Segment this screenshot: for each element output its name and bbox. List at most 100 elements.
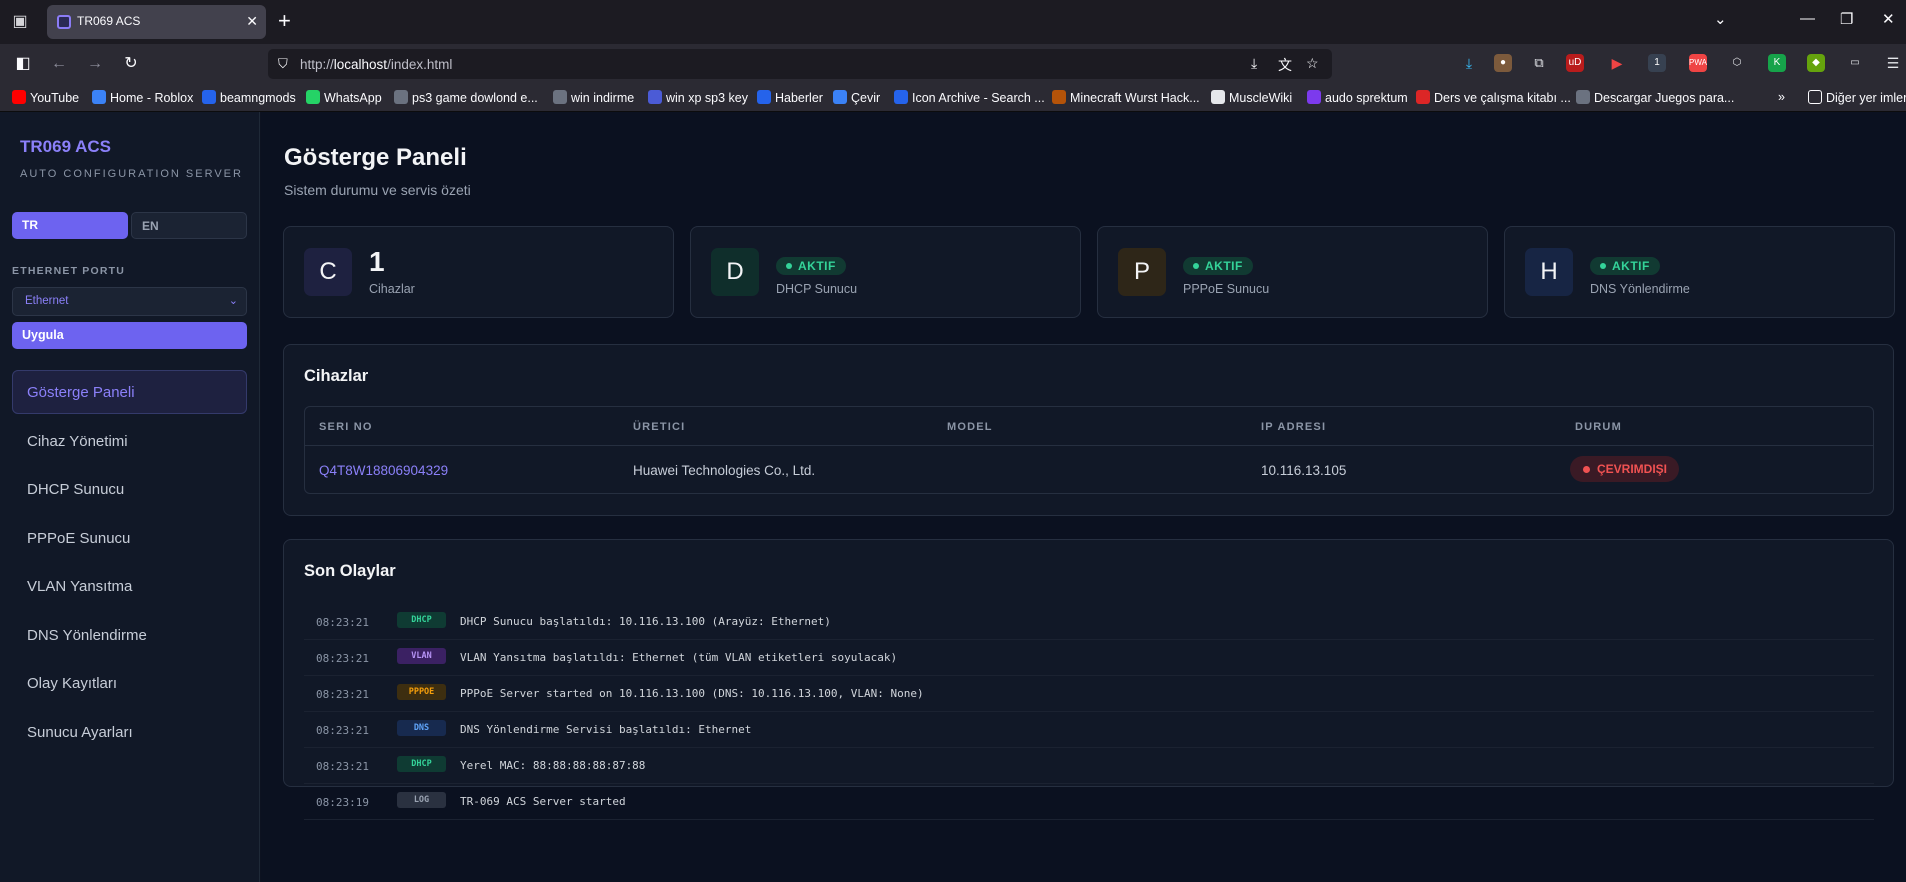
new-tab-icon[interactable]: + — [278, 9, 291, 33]
lang-en-button[interactable]: EN — [131, 212, 247, 239]
event-time: 08:23:21 — [316, 724, 369, 737]
back-icon[interactable]: ← — [48, 53, 70, 75]
bookmarks-overflow-icon[interactable]: » — [1778, 90, 1785, 104]
sidebar-item-3[interactable]: DHCP Sunucu — [12, 467, 247, 511]
bookmark-item[interactable]: beamngmods — [202, 90, 296, 105]
bookmark-item[interactable]: win xp sp3 key — [648, 90, 748, 105]
bookmark-item[interactable]: YouTube — [12, 90, 79, 105]
bookmark-item[interactable]: win indirme — [553, 90, 634, 105]
bookmark-item[interactable]: MuscleWiki — [1211, 90, 1292, 105]
bookmark-item[interactable]: Ders ve çalışma kitabı ... — [1416, 90, 1571, 105]
sidebar-item-5[interactable]: VLAN Yansıtma — [12, 564, 247, 608]
bookmark-label: WhatsApp — [324, 91, 382, 105]
window-ext-icon[interactable]: ▭ — [1846, 54, 1864, 72]
bookmark-item[interactable]: Descargar Juegos para... — [1576, 90, 1734, 105]
stat-icon: P — [1118, 248, 1166, 296]
sidebar-item-1[interactable]: Gösterge Paneli — [12, 370, 247, 414]
bookmark-item[interactable]: Home - Roblox — [92, 90, 193, 105]
reload-icon[interactable]: ↻ — [120, 53, 142, 75]
window-close-icon[interactable]: ✕ — [1882, 10, 1895, 28]
wurst-icon — [1052, 90, 1066, 104]
downloads-icon[interactable]: ⤓ — [1460, 54, 1478, 72]
bookmark-label: Çevir — [851, 91, 881, 105]
bookmark-label: Home - Roblox — [110, 91, 194, 105]
audio-icon — [1307, 90, 1321, 104]
bookmark-label: Ders ve çalışma kitabı ... — [1434, 91, 1571, 105]
event-tag-badge: DHCP — [397, 612, 446, 628]
sidebar-item-6[interactable]: DNS Yönlendirme — [12, 613, 247, 657]
bookmark-item[interactable]: Haberler — [757, 90, 823, 105]
close-tab-icon[interactable]: ✕ — [246, 13, 258, 30]
globe-icon — [1576, 90, 1590, 104]
shield-icon[interactable]: ⛉ — [278, 56, 288, 72]
event-message: DNS Yönlendirme Servisi başlatıldı: Ethe… — [460, 723, 752, 736]
sidebar-toggle-icon[interactable]: ◧ — [12, 53, 34, 75]
beamng-icon — [202, 90, 216, 104]
status-badge: ÇEVRIMDIŞI — [1570, 456, 1680, 482]
url-text[interactable]: http://localhost/index.html — [300, 57, 452, 72]
tab-list-icon[interactable]: ▣ — [8, 10, 32, 34]
page-title: Gösterge Paneli — [284, 144, 467, 171]
event-tag-badge: DHCP — [397, 756, 446, 772]
column-header-ip: IP ADRESI — [1261, 421, 1327, 433]
bookmark-item[interactable]: Minecraft Wurst Hack... — [1052, 90, 1200, 105]
menu-hamburger-icon[interactable]: ☰ — [1884, 54, 1902, 72]
url-bar[interactable]: ⛉ http://localhost/index.html ⤓ 文 ☆ — [268, 49, 1332, 79]
event-time: 08:23:19 — [316, 796, 369, 809]
browser-tab[interactable]: TR069 ACS ✕ — [47, 5, 266, 39]
stat-icon: D — [711, 248, 759, 296]
minimize-icon[interactable]: — — [1800, 10, 1815, 27]
sidebar-item-7[interactable]: Olay Kayıtları — [12, 661, 247, 705]
event-tag-badge: LOG — [397, 792, 446, 808]
bookmark-item[interactable]: Icon Archive - Search ... — [894, 90, 1045, 105]
events-title: Son Olaylar — [304, 562, 396, 580]
column-header-model: MODEL — [947, 421, 993, 433]
other-bookmarks-folder[interactable]: Diğer yer imler — [1808, 90, 1906, 105]
browser-nav-bar: ◧ ← → ↻ ⛉ http://localhost/index.html ⤓ … — [0, 44, 1906, 84]
event-row: 08:23:21 PPPOE PPPoE Server started on 10.… — [304, 676, 1874, 712]
event-row: 08:23:21 DNS DNS Yönlendirme Servisi başla… — [304, 712, 1874, 748]
ethernet-port-value: Ethernet — [25, 295, 69, 307]
devices-title: Cihazlar — [304, 367, 369, 385]
green-ext-icon[interactable]: K — [1768, 54, 1786, 72]
hexagon-ext-icon[interactable]: ⬡ — [1728, 54, 1746, 72]
sidebar-item-2[interactable]: Cihaz Yönetimi — [12, 419, 247, 463]
column-header-status: DURUM — [1575, 421, 1622, 433]
bookmark-item[interactable]: audo sprektum — [1307, 90, 1408, 105]
device-serial-link[interactable]: Q4T8W18806904329 — [319, 463, 448, 478]
bookmark-label: Icon Archive - Search ... — [912, 91, 1045, 105]
event-row: 08:23:21 DHCP DHCP Sunucu başlatıldı: 10.1… — [304, 604, 1874, 640]
bookmark-item[interactable]: Çevir — [833, 90, 880, 105]
youtube-ext-icon[interactable]: ▶ — [1608, 54, 1626, 72]
lang-tr-button[interactable]: TR — [12, 212, 128, 239]
extension-badge-icon[interactable]: 1 — [1648, 54, 1666, 72]
bookmark-star-icon[interactable]: ☆ — [1306, 55, 1319, 72]
event-message: DHCP Sunucu başlatıldı: 10.116.13.100 (A… — [460, 615, 831, 628]
sidebar-item-4[interactable]: PPPoE Sunucu — [12, 516, 247, 560]
event-message: VLAN Yansıtma başlatıldı: Ethernet (tüm … — [460, 651, 898, 664]
pwa-icon[interactable]: PWA — [1689, 54, 1707, 72]
tab-favicon-icon — [57, 15, 71, 29]
ublock-icon[interactable]: uD — [1566, 54, 1584, 72]
apply-button[interactable]: Uygula — [12, 322, 247, 349]
sidebar-menu: Gösterge Paneli Cihaz Yönetimi DHCP Sunucu… — [12, 370, 247, 758]
install-icon[interactable]: ⤓ — [1251, 55, 1257, 72]
extension-avatar-icon[interactable]: ● — [1494, 54, 1512, 72]
bookmark-item[interactable]: WhatsApp — [306, 90, 382, 105]
ethernet-port-select[interactable]: Ethernet ⌄ — [12, 287, 247, 316]
bookmark-label: YouTube — [30, 91, 80, 105]
sidebar-item-8[interactable]: Sunucu Ayarları — [12, 710, 247, 754]
bookmark-item[interactable]: ps3 game dowlond e... — [394, 90, 538, 105]
stat-icon: C — [304, 248, 352, 296]
color-ext-icon[interactable]: ◆ — [1807, 54, 1825, 72]
main-content: Gösterge Paneli Sistem durumu ve servis … — [261, 112, 1906, 882]
wordpress-icon — [648, 90, 662, 104]
events-panel: Son Olaylar 08:23:21 DHCP DHCP Sunucu başl… — [283, 539, 1894, 820]
tab-overflow-chevron-icon[interactable]: ⌄ — [1714, 10, 1727, 28]
roblox-icon — [92, 90, 106, 104]
table-row[interactable]: Q4T8W18806904329 Huawei Technologies Co.… — [305, 445, 1873, 493]
extensions-puzzle-icon[interactable]: ⧉ — [1530, 54, 1548, 72]
restore-icon[interactable]: ❐ — [1840, 10, 1853, 28]
forward-icon[interactable]: → — [84, 53, 106, 75]
translate-icon[interactable]: 文 — [1278, 55, 1292, 75]
